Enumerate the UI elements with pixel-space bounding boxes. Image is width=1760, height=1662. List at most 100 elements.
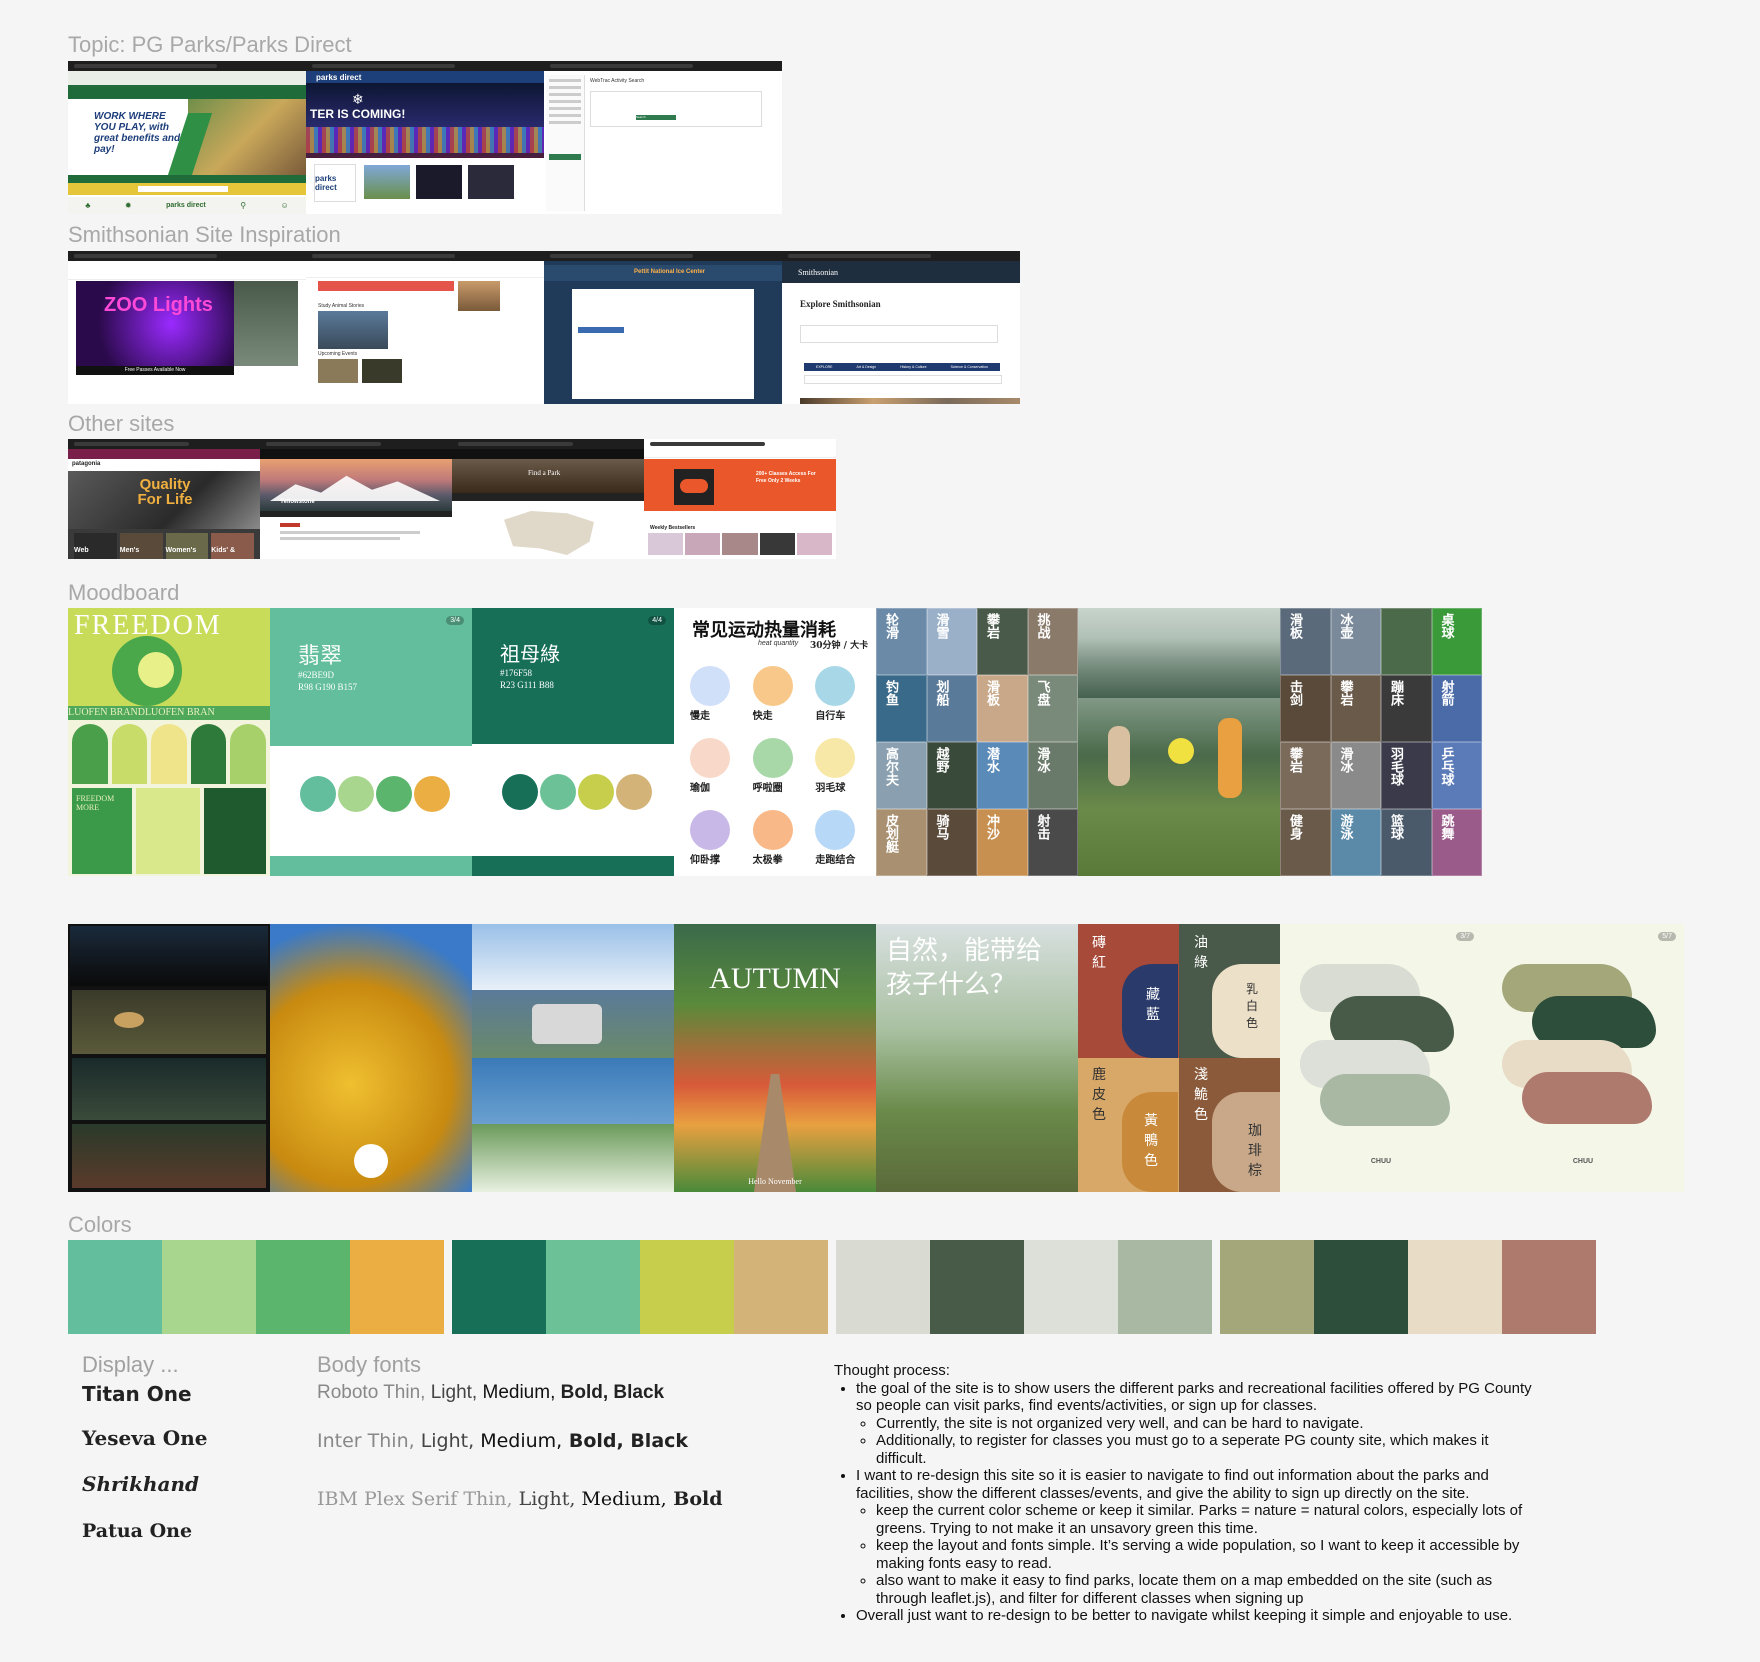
- sport-label: 游泳: [1337, 814, 1353, 840]
- parks-direct-shot: parks direct TER IS COMING! ❄ parks dire…: [306, 61, 544, 214]
- sport-label: 钓鱼: [883, 680, 898, 706]
- inter-thin: Inter Thin,: [317, 1430, 415, 1452]
- color-swatch: [546, 1240, 640, 1334]
- sport-label: 桌球: [1438, 613, 1454, 639]
- winter-banner-text: TER IS COMING!: [310, 107, 406, 121]
- body-fonts-column: Body fonts: [317, 1352, 421, 1378]
- roboto-black: Black: [608, 1382, 665, 1403]
- sport-photo-cell: 皮划艇: [876, 809, 927, 876]
- emerald-rgb: R23 G111 B88: [500, 680, 554, 690]
- sport-label: 滑冰: [1337, 747, 1353, 773]
- yellowstone-title: Yellowstone: [280, 499, 315, 505]
- chinese-colors-tile: 磚紅 油綠 藏藍 乳白色 鹿皮色 黃鴨色 淺鮠色 珈琲棕: [1078, 924, 1280, 1192]
- parks-direct-badge: parks direct: [314, 164, 356, 202]
- sport-label: 滑板: [984, 680, 999, 706]
- sport-photo-cell: 高尔夫: [876, 742, 927, 809]
- calorie-item: 仰卧撑: [690, 855, 720, 866]
- patagonia-logo: patagonia: [72, 461, 101, 467]
- us-map[interactable]: [504, 511, 594, 555]
- find-a-park-title: Find a Park: [528, 469, 561, 477]
- sport-label: 击剑: [1287, 680, 1302, 706]
- parks-direct-logo: parks direct: [316, 73, 362, 82]
- sport-label: 骑马: [933, 814, 949, 840]
- tab-explore[interactable]: EXPLORE: [816, 365, 833, 369]
- calorie-item: 自行车: [815, 711, 846, 722]
- freedom-more-text: FREEDOM MORE: [76, 794, 115, 812]
- explore-smithsonian-title: Explore Smithsonian: [800, 299, 881, 309]
- pg-parks-screenshots: WORK WHERE YOU PLAY, with great benefits…: [68, 61, 782, 214]
- thought-process-notes: Thought process: the goal of the site is…: [834, 1362, 1534, 1625]
- thought-point: I want to re-design this site so it is e…: [856, 1467, 1534, 1607]
- sport-label: 飞盘: [1034, 680, 1050, 706]
- font-sample-roboto: Roboto Thin, Light, Medium, Bold, Black: [317, 1382, 664, 1404]
- autumn-title: AUTUMN: [709, 962, 841, 995]
- study-animal-stories: Study Animal Stories: [318, 303, 365, 309]
- sport-photo-cell: 滑板: [977, 675, 1028, 742]
- jade-rgb: R98 G190 B157: [298, 682, 358, 692]
- font-sample-titan-one: Titan One: [82, 1382, 192, 1406]
- sport-photo-cell: 划船: [926, 675, 977, 742]
- emerald-color-card-tile: 4/4 祖母綠 #176F58 R23 G111 B88: [472, 608, 674, 876]
- color-swatch: [1024, 1240, 1118, 1334]
- color-swatch: [1502, 1240, 1596, 1334]
- calorie-item: 羽毛球: [815, 783, 846, 794]
- patagonia-shot: patagonia Quality For Life Web Men's Wom…: [68, 439, 260, 559]
- tab-science[interactable]: Science & Conservation: [951, 365, 988, 369]
- patagonia-cat-mens[interactable]: Men's: [119, 533, 163, 559]
- font-sample-shrikhand: Shrikhand: [82, 1472, 200, 1496]
- display-fonts-column: Display ...: [82, 1352, 179, 1378]
- thought-point: Overall just want to re-design to be bet…: [856, 1607, 1534, 1625]
- color-name: 藏藍: [1146, 987, 1160, 1023]
- plex-bold: Bold: [666, 1488, 723, 1510]
- tab-history-culture[interactable]: History & Culture: [900, 365, 926, 369]
- calorie-item: 太极拳: [752, 855, 783, 866]
- sport-photo-cell: 射击: [1027, 809, 1078, 876]
- smithsonian-screenshots: ZOO Lights Free Passes Available Now Stu…: [68, 251, 1020, 404]
- calorie-grid: 慢走 快走 自行车 瑜伽 呼啦圈 羽毛球 仰卧撑 太极拳 走跑结合: [682, 656, 868, 870]
- section-title-smithsonian: Smithsonian Site Inspiration: [68, 222, 341, 247]
- color-swatch: [350, 1240, 444, 1334]
- sport-photo-cell: 健身: [1280, 809, 1331, 876]
- chuu-page-indicator: 5/7: [1658, 932, 1676, 941]
- sport-label: 羽毛球: [1388, 747, 1403, 786]
- exercise-calorie-tile: 常见运动热量消耗 heat quantity 30分钟 / 大卡 慢走 快走 自…: [674, 608, 876, 876]
- sport-photo-cell: 冰壶: [1330, 608, 1381, 675]
- patagonia-cat-kids[interactable]: Kids' &: [211, 533, 254, 559]
- ice-center-logo: Pettit National Ice Center: [634, 269, 706, 275]
- sport-photo-cell: 潜水: [977, 742, 1028, 809]
- snowflake-icon: ❄: [352, 91, 364, 107]
- freedom-poster-tile: FREEDOM LUOFEN BRANDLUOFEN BRAN FREEDOM …: [68, 608, 270, 876]
- sport-photo-cell: 射箭: [1431, 675, 1482, 742]
- sport-label: 攀岩: [1337, 680, 1353, 706]
- dark-nature-collage-tile: [68, 924, 270, 1192]
- color-name: 珈琲棕: [1248, 1123, 1262, 1179]
- frisbee-photo-tile: [1078, 608, 1280, 876]
- calorie-item: 走跑结合: [815, 855, 856, 866]
- moodboard-row-2: AUTUMN Hello November 自然，能带给孩子什么？ 磚紅 油綠 …: [68, 924, 1684, 1192]
- section-title-colors: Colors: [68, 1212, 132, 1237]
- font-sample-inter: Inter Thin, Light, Medium, Bold, Black: [317, 1430, 688, 1452]
- explore-smithsonian-shot: Smithsonian Explore Smithsonian EXPLORE …: [782, 251, 1020, 404]
- color-swatch: [1408, 1240, 1502, 1334]
- frisbee-disc: [1168, 738, 1194, 764]
- sport-photo-cell: 滑冰: [1027, 742, 1078, 809]
- tab-art-design[interactable]: Art & Design: [857, 365, 877, 369]
- sport-label: 冲沙: [984, 814, 999, 840]
- thought-subpoint: keep the layout and fonts simple. It’s s…: [876, 1537, 1534, 1572]
- search-button[interactable]: Search: [636, 115, 676, 120]
- roboto-light: Light,: [425, 1382, 478, 1403]
- ice-center-shot: Pettit National Ice Center: [544, 251, 782, 404]
- sport-label: 滑冰: [1034, 747, 1050, 773]
- chuu-logo: CHUU: [1572, 1158, 1594, 1165]
- section-title-other-sites: Other sites: [68, 411, 175, 436]
- sport-photo-cell: 篮球: [1381, 809, 1432, 876]
- nature-title: 自然，能带给孩子什么？: [886, 936, 1043, 1000]
- nps-find-a-park-shot: Find a Park: [452, 439, 644, 559]
- color-swatch: [640, 1240, 734, 1334]
- color-swatch: [836, 1240, 930, 1334]
- sport-photo-cell: 挑战: [1027, 608, 1078, 675]
- patagonia-cat-web[interactable]: Web: [74, 533, 117, 559]
- jade-hex: #62BE9D: [298, 670, 334, 680]
- nature-kids-tile: 自然，能带给孩子什么？: [876, 924, 1078, 1192]
- patagonia-cat-womens[interactable]: Women's: [165, 533, 209, 559]
